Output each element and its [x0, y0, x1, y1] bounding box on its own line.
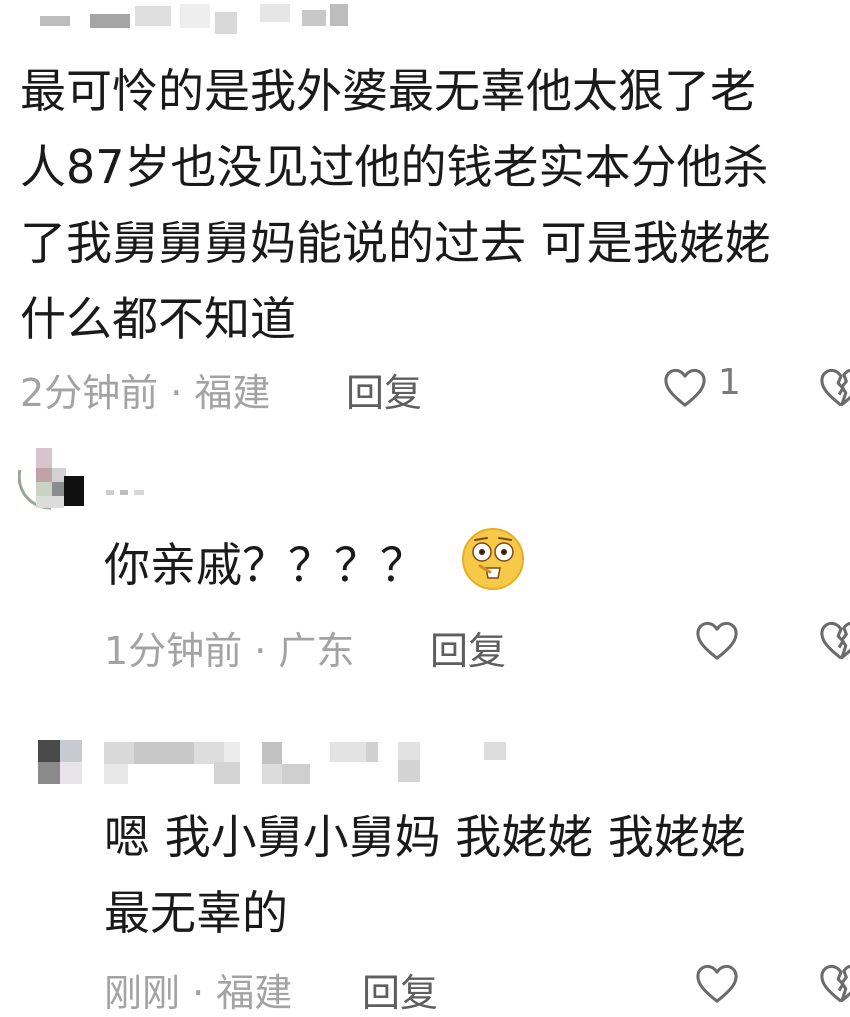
comment-time-location: 1分钟前 · 广东 [104, 629, 355, 673]
comment-text-line: 最可怜的是我外婆最无辜他太狠了老 [20, 64, 756, 118]
comment-text-line: 最无辜的 [104, 886, 288, 940]
reply-button[interactable]: 回复 [430, 620, 506, 675]
reply-button[interactable]: 回复 [362, 962, 438, 1017]
comment-text-line: 了我舅舅舅妈能说的过去 可是我姥姥 [20, 216, 771, 270]
broken-heart-icon[interactable] [818, 366, 850, 408]
username-mosaic [100, 484, 160, 498]
comment-text-line: 嗯 我小舅小舅妈 我姥姥 我姥姥 [104, 810, 746, 864]
avatar[interactable] [38, 740, 82, 784]
reply-button[interactable]: 回复 [346, 362, 422, 417]
heart-outline-icon[interactable] [662, 366, 708, 408]
comment-text-line: 人87岁也没见过他的钱老实本分他杀 [20, 140, 769, 194]
username-mosaic [104, 740, 514, 786]
broken-heart-icon[interactable] [818, 619, 850, 661]
flushed-face-icon [462, 528, 524, 590]
comment-time-location: 刚刚 · 福建 [104, 971, 293, 1015]
heart-outline-icon[interactable] [694, 619, 740, 661]
comment-text-line: 什么都不知道 [20, 292, 296, 346]
like-count: 1 [718, 362, 741, 403]
heart-outline-icon[interactable] [694, 962, 740, 1004]
avatar[interactable] [18, 448, 84, 510]
broken-heart-icon[interactable] [818, 962, 850, 1004]
comment-time-location: 2分钟前 · 福建 [20, 371, 271, 415]
username-mosaic [40, 0, 348, 36]
comment-text-line: 你亲戚？？？？ [104, 538, 426, 592]
